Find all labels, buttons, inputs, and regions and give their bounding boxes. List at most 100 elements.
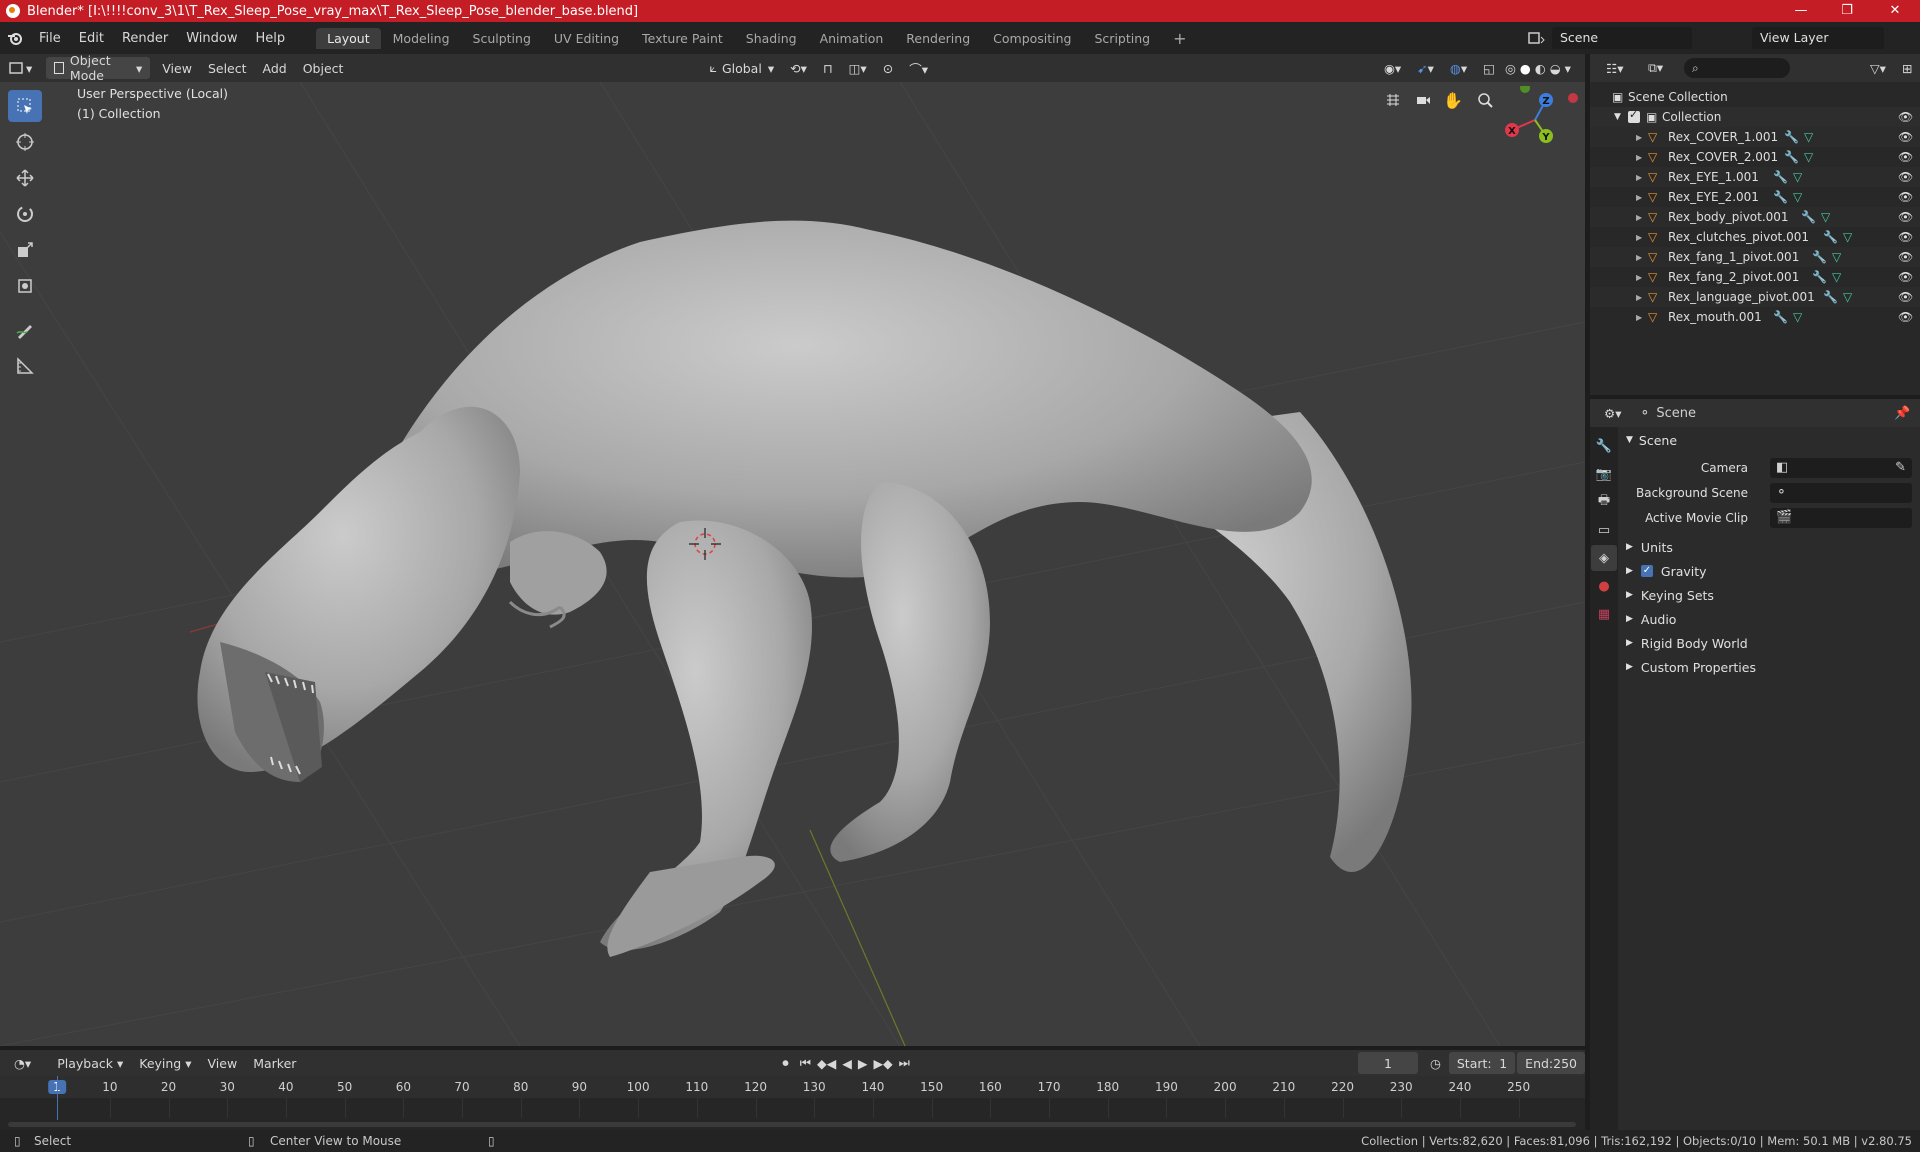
modifier-wrench-icon[interactable]: 🔧 <box>1801 210 1816 224</box>
modifier-wrench-icon[interactable]: 🔧 <box>1784 130 1799 144</box>
menu-help[interactable]: Help <box>247 31 295 46</box>
expand-arrow-icon[interactable]: ▶ <box>1636 313 1648 322</box>
outliner-object-row[interactable]: ▶ ▽ Rex_COVER_2.001 🔧 ▽ 👁 <box>1590 147 1920 167</box>
visibility-eye-icon[interactable]: 👁 <box>1898 270 1913 284</box>
menu-edit[interactable]: Edit <box>70 31 113 46</box>
editor-type-icon[interactable]: ▾ <box>0 57 40 79</box>
filter-icon[interactable]: ▽▾ <box>1862 57 1894 79</box>
modifier-wrench-icon[interactable]: 🔧 <box>1773 190 1788 204</box>
modifier-wrench-icon[interactable]: 🔧 <box>1784 150 1799 164</box>
active-movie-clip-field[interactable]: 🎬 <box>1770 508 1912 528</box>
eyedropper-icon[interactable]: ✎ <box>1895 460 1906 475</box>
select-box-icon[interactable] <box>8 90 42 122</box>
measure-tool-icon[interactable] <box>8 350 42 382</box>
overlays-toggle-icon[interactable]: ◍ ▾ <box>1442 57 1475 79</box>
mode-dropdown[interactable]: Object Mode ▾ <box>46 53 151 83</box>
tab-texture-paint[interactable]: Texture Paint <box>631 28 734 49</box>
expand-arrow-icon[interactable]: ▶ <box>1636 293 1648 302</box>
collection-visibility-eye-icon[interactable]: 👁 <box>1898 110 1913 124</box>
visibility-eye-icon[interactable]: 👁 <box>1898 250 1913 264</box>
modifier-wrench-icon[interactable]: 🔧 <box>1773 310 1788 324</box>
play-reverse-icon[interactable]: ◀ <box>839 1052 855 1074</box>
panel-expand-icon[interactable]: ▶ <box>1626 566 1633 576</box>
outliner-editor-type-icon[interactable]: ☷▾ <box>1598 57 1631 79</box>
minimize-button[interactable]: — <box>1778 0 1824 22</box>
expand-arrow-icon[interactable]: ▶ <box>1636 133 1648 142</box>
mesh-data-icon[interactable]: ▽ <box>1843 290 1852 304</box>
timeline-scrollbar[interactable] <box>8 1122 1576 1127</box>
render-tab-icon[interactable]: 📷 <box>1591 461 1617 487</box>
timeline-menu-keying[interactable]: Keying ▾ <box>131 1052 199 1074</box>
expand-arrow-icon[interactable]: ▶ <box>1636 253 1648 262</box>
xray-icon[interactable]: ◱ <box>1475 57 1503 79</box>
mesh-data-icon[interactable]: ▽ <box>1793 310 1802 324</box>
texture-tab-icon[interactable]: ▦ <box>1591 601 1617 627</box>
tab-sculpting[interactable]: Sculpting <box>462 28 542 49</box>
panel-expand-icon[interactable]: ▶ <box>1626 614 1633 624</box>
snap-target-icon[interactable]: ◫▾ <box>841 57 875 79</box>
menu-window[interactable]: Window <box>177 31 246 46</box>
gizmo-neg-x[interactable] <box>1568 93 1578 103</box>
outliner-object-row[interactable]: ▶ ▽ Rex_fang_2_pivot.001 🔧 ▽ 👁 <box>1590 267 1920 287</box>
jump-start-icon[interactable]: ⏮ <box>797 1052 814 1074</box>
outliner-object-row[interactable]: ▶ ▽ Rex_mouth.001 🔧 ▽ 👁 <box>1590 307 1920 327</box>
wireframe-shading-icon[interactable]: ◎ <box>1503 57 1518 79</box>
shading-options-icon[interactable]: ▾ <box>1563 57 1573 79</box>
outliner-object-row[interactable]: ▶ ▽ Rex_body_pivot.001 🔧 ▽ 👁 <box>1590 207 1920 227</box>
jump-end-icon[interactable]: ⏭ <box>896 1052 913 1074</box>
exclude-checkbox[interactable]: ✓ <box>1628 108 1640 123</box>
expand-arrow-icon[interactable]: ▶ <box>1636 173 1648 182</box>
mesh-data-icon[interactable]: ▽ <box>1804 130 1813 144</box>
modifier-wrench-icon[interactable]: 🔧 <box>1812 270 1827 284</box>
tab-animation[interactable]: Animation <box>809 28 895 49</box>
panel-expand-icon[interactable]: ▶ <box>1626 590 1633 600</box>
scene-selector-icon[interactable] <box>1526 28 1546 48</box>
tab-rendering[interactable]: Rendering <box>895 28 981 49</box>
mesh-data-icon[interactable]: ▽ <box>1843 230 1852 244</box>
close-button[interactable]: ✕ <box>1872 0 1918 22</box>
pin-icon[interactable]: 📌 <box>1894 406 1910 421</box>
units-panel[interactable]: ▶ Units <box>1626 536 1673 558</box>
modifier-wrench-icon[interactable]: 🔧 <box>1773 170 1788 184</box>
expand-arrow-icon[interactable]: ▶ <box>1636 233 1648 242</box>
tab-shading[interactable]: Shading <box>735 28 808 49</box>
playhead-line[interactable] <box>57 1076 58 1120</box>
jump-keyframe-forward-icon[interactable]: ▶◆ <box>870 1052 895 1074</box>
cursor-tool-icon[interactable] <box>8 126 42 158</box>
current-frame-field[interactable]: 1 <box>1357 1052 1418 1074</box>
menu-file[interactable]: File <box>30 31 70 46</box>
jump-keyframe-back-icon[interactable]: ◆◀ <box>814 1052 839 1074</box>
timeline-area[interactable]: 1102030405060708090100110120130140150160… <box>0 1076 1585 1130</box>
pivot-point-icon[interactable]: ⟲▾ <box>782 57 815 79</box>
material-shading-icon[interactable]: ◐ <box>1533 57 1548 79</box>
falloff-icon[interactable]: ⌒▾ <box>901 57 936 79</box>
tab-layout[interactable]: Layout <box>316 27 381 49</box>
outliner-object-row[interactable]: ▶ ▽ Rex_COVER_1.001 🔧 ▽ 👁 <box>1590 127 1920 147</box>
visibility-icon[interactable]: ◉▾ <box>1376 57 1409 79</box>
properties-editor-type-icon[interactable]: ⚙▾ <box>1596 402 1629 424</box>
solid-shading-icon[interactable]: ● <box>1518 57 1533 79</box>
mesh-data-icon[interactable]: ▽ <box>1804 150 1813 164</box>
expand-arrow-icon[interactable]: ▼ <box>1614 112 1628 122</box>
panel-expand-icon[interactable]: ▶ <box>1626 638 1633 648</box>
visibility-eye-icon[interactable]: 👁 <box>1898 290 1913 304</box>
expand-arrow-icon[interactable]: ▶ <box>1636 213 1648 222</box>
mesh-data-icon[interactable]: ▽ <box>1832 250 1841 264</box>
add-workspace-button[interactable]: + <box>1162 26 1197 51</box>
gravity-panel[interactable]: ▶ ✓ Gravity <box>1626 560 1707 582</box>
outliner-scene-collection[interactable]: ▣ Scene Collection <box>1590 87 1920 107</box>
outliner-object-row[interactable]: ▶ ▽ Rex_fang_1_pivot.001 🔧 ▽ 👁 <box>1590 247 1920 267</box>
outliner-object-row[interactable]: ▶ ▽ Rex_clutches_pivot.001 🔧 ▽ 👁 <box>1590 227 1920 247</box>
tab-uv-editing[interactable]: UV Editing <box>543 28 630 49</box>
mesh-data-icon[interactable]: ▽ <box>1793 190 1802 204</box>
visibility-eye-icon[interactable]: 👁 <box>1898 170 1913 184</box>
viewport-menu-select[interactable]: Select <box>200 57 255 79</box>
visibility-eye-icon[interactable]: 👁 <box>1898 130 1913 144</box>
maximize-button[interactable]: ❐ <box>1824 0 1870 22</box>
mesh-data-icon[interactable]: ▽ <box>1832 270 1841 284</box>
proportional-edit-icon[interactable]: ⊙ <box>875 57 901 79</box>
expand-arrow-icon[interactable]: ▶ <box>1636 273 1648 282</box>
move-tool-icon[interactable] <box>8 162 42 194</box>
output-tab-icon[interactable]: 🖶 <box>1591 489 1617 515</box>
toggle-grid-icon[interactable] <box>1380 87 1406 113</box>
